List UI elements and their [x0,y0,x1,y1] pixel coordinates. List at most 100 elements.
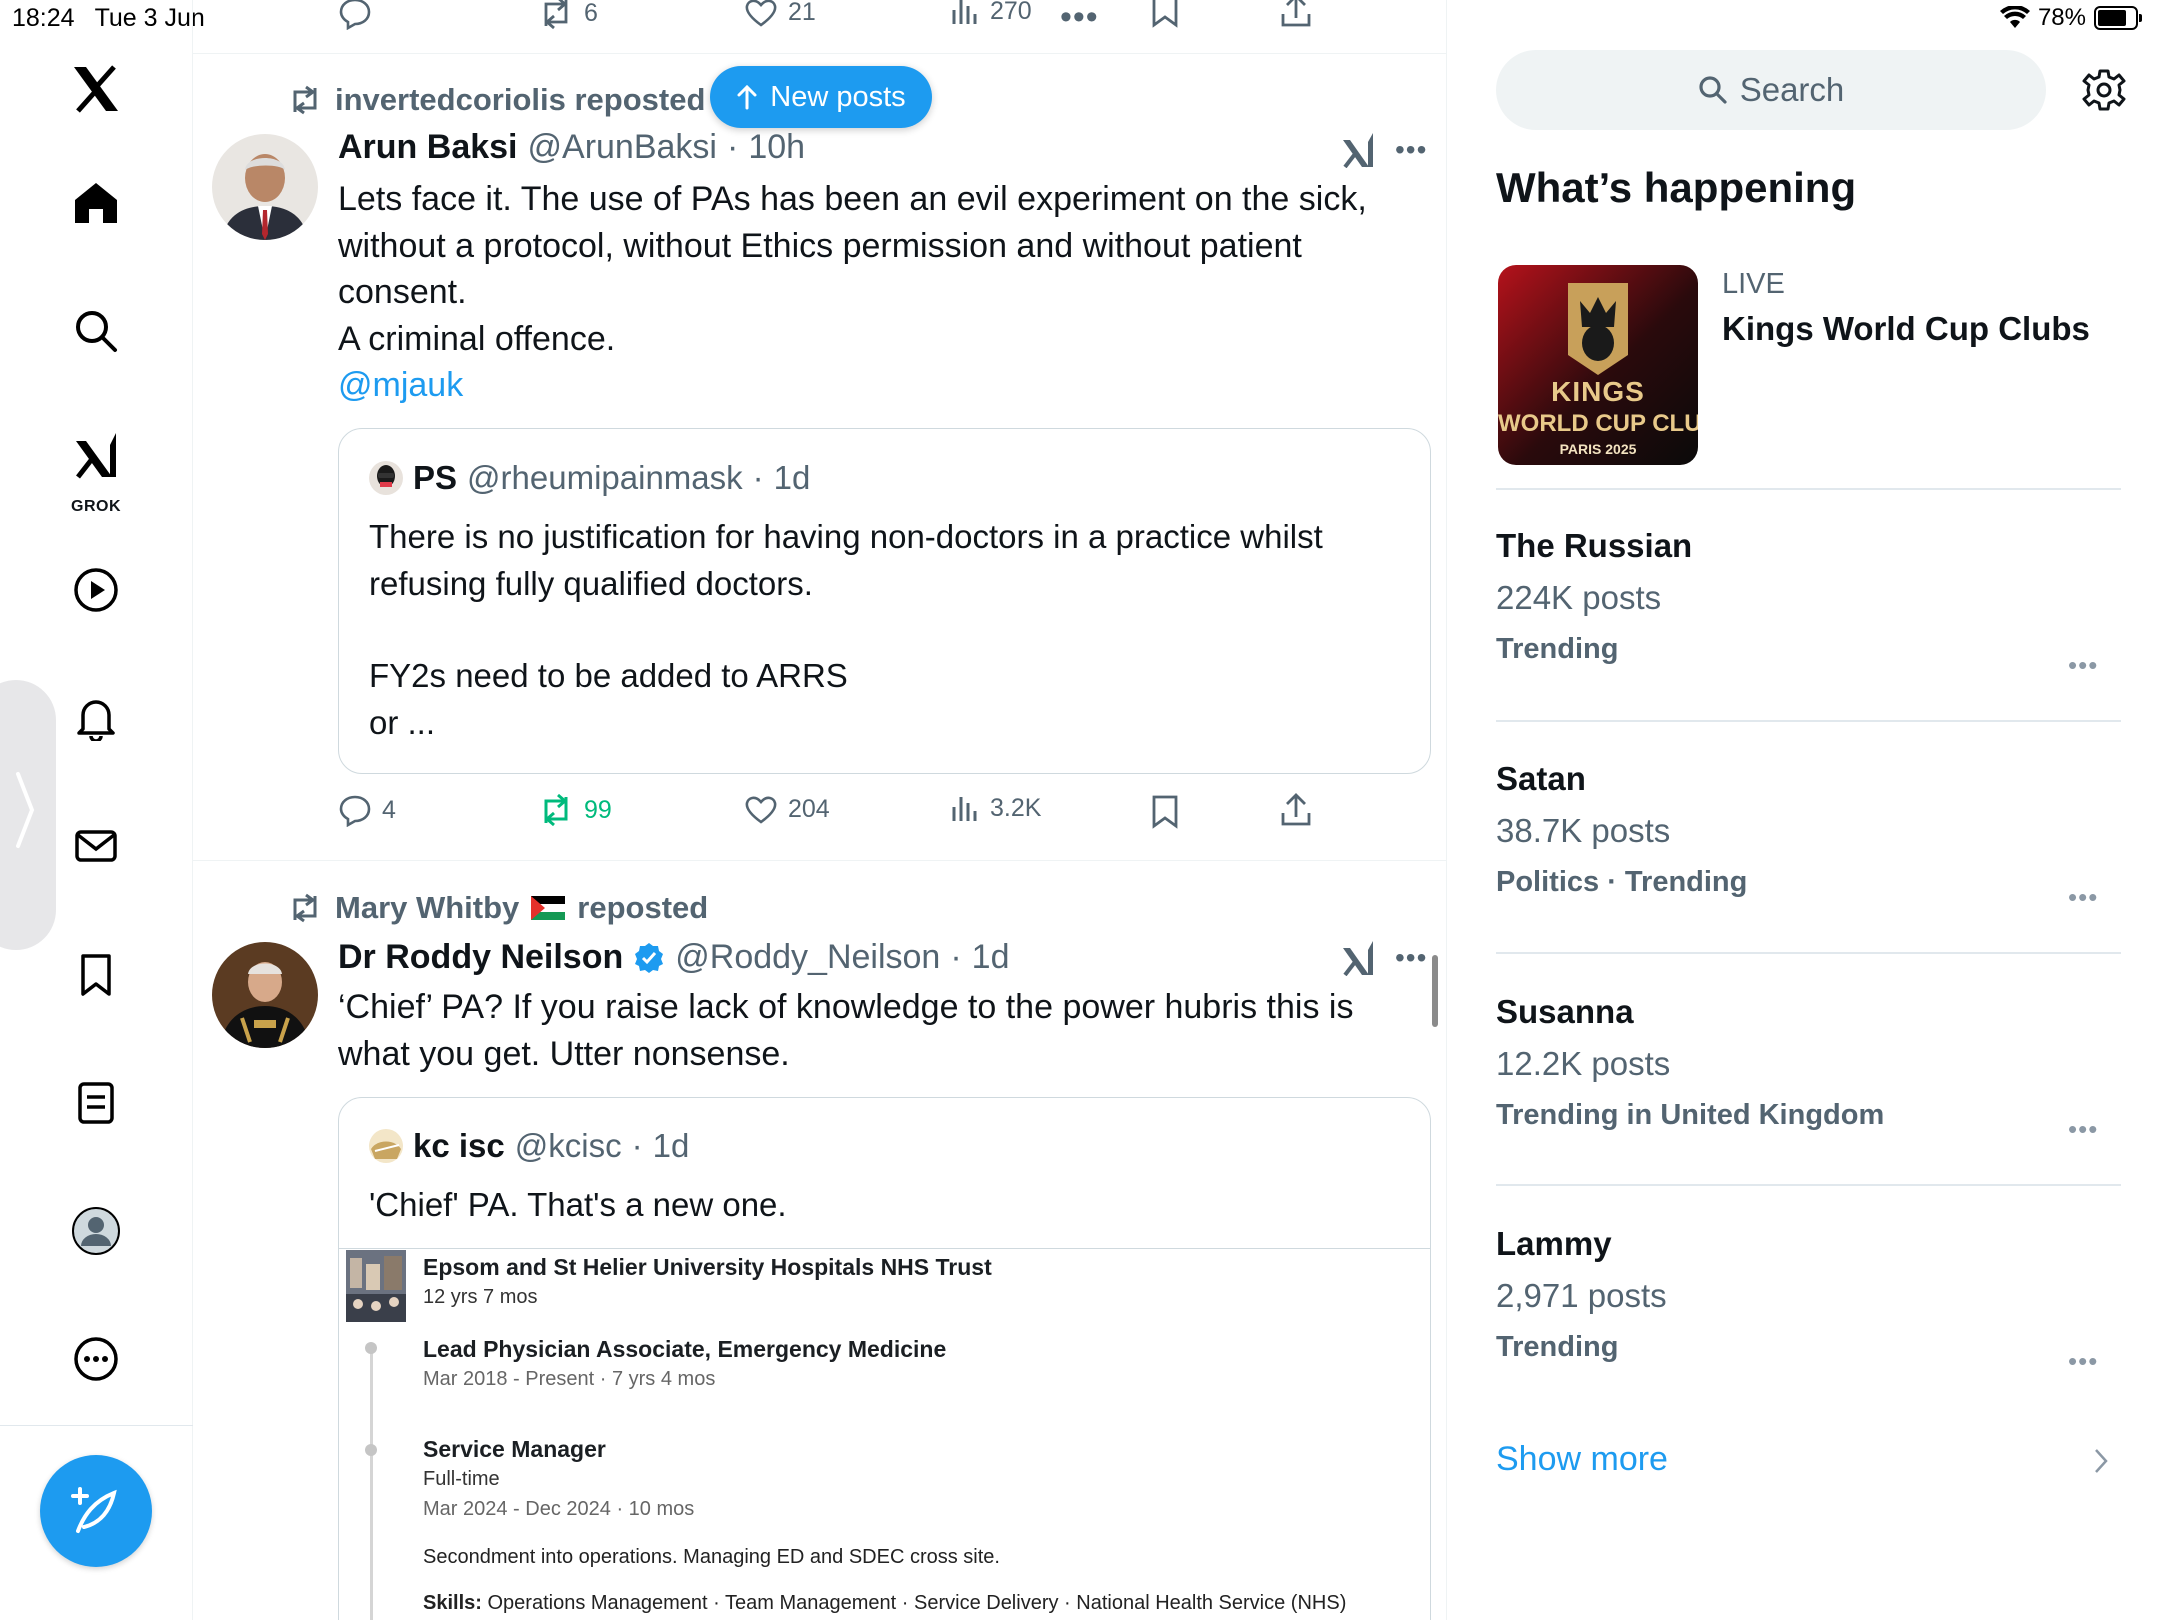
trend-name: The Russian [1496,527,1693,564]
x-logo-icon[interactable] [65,58,127,120]
tweet-more-icon[interactable]: ••• [1395,942,1427,974]
new-posts-label: New posts [770,80,906,113]
tweet-text: Lets face it. The use of PAs has been an… [338,176,1418,409]
repost-count: 6 [584,0,598,27]
tweet-line: Lets face it. The use of PAs has been an… [338,180,1367,218]
settings-gear-icon[interactable] [2082,68,2126,112]
repost-button[interactable]: 6 [538,0,598,30]
quoted-tweet-text: 'Chief' PA. That's a new one. [369,1186,787,1223]
live-event-name[interactable]: Kings World Cup Clubs [1722,310,2090,348]
trend-item[interactable]: The Russian 224K posts Trending [1496,527,2121,687]
video-icon[interactable] [65,559,127,621]
avatar-roddy-neilson[interactable] [212,942,318,1048]
lists-icon[interactable] [65,1072,127,1134]
quoted-tweet-header: kc isc @kcisc · 1d [369,1127,689,1165]
org-logo-image [346,1250,406,1322]
repost-context-name: Mary Whitby [335,890,520,925]
repost-context[interactable]: Mary Whitby reposted [287,890,708,926]
trend-count: 38.7K posts [1496,812,1671,849]
mention-link[interactable]: @mjauk [338,362,1418,409]
author-name[interactable]: Arun Baksi [338,128,518,167]
arrow-up-icon [737,84,757,110]
show-more-link[interactable]: Show more [1496,1440,1668,1479]
grok-more-icon[interactable]: ••• [1060,0,1099,37]
chevron-right-icon[interactable] [14,770,36,850]
like-count: 204 [788,794,830,823]
trend-more-icon[interactable]: ••• [2068,1114,2098,1145]
live-image-text-3: PARIS 2025 [1559,441,1637,457]
tweet-line: ‘Chief’ PA? If you raise lack of knowled… [338,988,1354,1026]
chevron-right-icon[interactable] [2094,1448,2108,1474]
trend-divider [1496,952,2121,954]
search-nav-icon[interactable] [65,300,127,362]
share-icon [1281,793,1311,826]
quoted-tweet-time: 1d [652,1127,690,1164]
quoted-image[interactable]: Epsom and St Helier University Hospitals… [346,1250,1426,1620]
tweet-time[interactable]: 1d [972,938,1010,977]
share-button[interactable] [1280,793,1312,827]
trend-item[interactable]: Lammy 2,971 posts Trending [1496,1225,2121,1385]
live-label: LIVE [1722,268,1785,300]
like-button[interactable]: 21 [744,0,816,28]
scrollbar-thumb[interactable] [1432,955,1438,1027]
like-button[interactable]: 204 [744,793,830,825]
profile-icon[interactable] [65,1200,127,1262]
trend-name: Satan [1496,760,1586,797]
repost-icon [293,85,317,115]
compose-post-button[interactable] [40,1455,152,1567]
avatar-arun-baksi[interactable] [212,134,318,240]
role2-dates: Mar 2024 - Dec 2024 · 10 mos [423,1498,695,1520]
view-count: 3.2K [990,793,1042,822]
trend-more-icon[interactable]: ••• [2068,1346,2098,1377]
heart-icon [745,0,777,27]
tweet-line: consent. [338,273,467,311]
author-name[interactable]: Dr Roddy Neilson [338,938,623,977]
tweet-time[interactable]: 10h [748,128,805,167]
bookmarks-icon[interactable] [65,944,127,1006]
sidebar-divider [0,1425,193,1426]
trend-more-icon[interactable]: ••• [2068,650,2098,681]
notifications-icon[interactable] [65,687,127,749]
messages-icon[interactable] [65,815,127,877]
live-event-image[interactable]: KINGS WORLD CUP CLUBS PARIS 2025 [1498,265,1698,465]
wifi-icon [1999,6,2030,30]
home-icon[interactable] [65,172,127,234]
tweet-header: Dr Roddy Neilson @Roddy_Neilson · 1d [338,938,1010,977]
bookmark-button[interactable] [1150,0,1180,28]
author-handle[interactable]: @ArunBaksi [528,128,717,167]
views-button[interactable]: 270 [950,0,1032,26]
skills-label: Skills: [423,1592,482,1614]
grok-icon [76,433,116,479]
quoted-avatar [369,461,403,495]
tweet-header: Arun Baksi @ArunBaksi · 10h [338,128,805,167]
repost-context[interactable]: invertedcoriolis reposted [287,82,705,118]
grok-nav-item[interactable]: GROK [65,424,127,515]
more-icon[interactable] [65,1328,127,1390]
new-posts-button[interactable]: New posts [710,66,932,128]
trend-meta: Politics · Trending [1496,866,1748,898]
quoted-line: FY2s need to be added to ARRS [369,657,848,694]
grok-analyze-icon[interactable] [1340,132,1376,168]
repost-button[interactable]: 99 [538,793,612,827]
like-count: 21 [788,0,816,26]
trend-divider [1496,1184,2121,1186]
share-button[interactable] [1280,0,1312,28]
trend-more-icon[interactable]: ••• [2068,882,2098,913]
tweet-more-icon[interactable]: ••• [1395,134,1427,166]
quoted-author-name: kc isc [413,1127,505,1164]
reply-button[interactable] [338,0,372,30]
trend-name: Susanna [1496,993,1634,1030]
quoted-author-name: PS [413,459,458,496]
views-button[interactable]: 3.2K [950,793,1041,823]
bookmark-icon [1152,0,1178,28]
trend-item[interactable]: Susanna 12.2K posts Trending in United K… [1496,993,2121,1153]
search-input[interactable]: Search [1496,50,2046,130]
grok-analyze-icon[interactable] [1340,940,1376,976]
bookmark-button[interactable] [1150,795,1180,829]
trend-item[interactable]: Satan 38.7K posts Politics · Trending [1496,760,2121,920]
author-handle[interactable]: @Roddy_Neilson [675,938,940,977]
battery-percentage: 78% [2037,4,2086,31]
reply-button[interactable]: 4 [338,793,396,827]
palestine-flag-icon [531,896,566,920]
trend-divider [1496,720,2121,722]
